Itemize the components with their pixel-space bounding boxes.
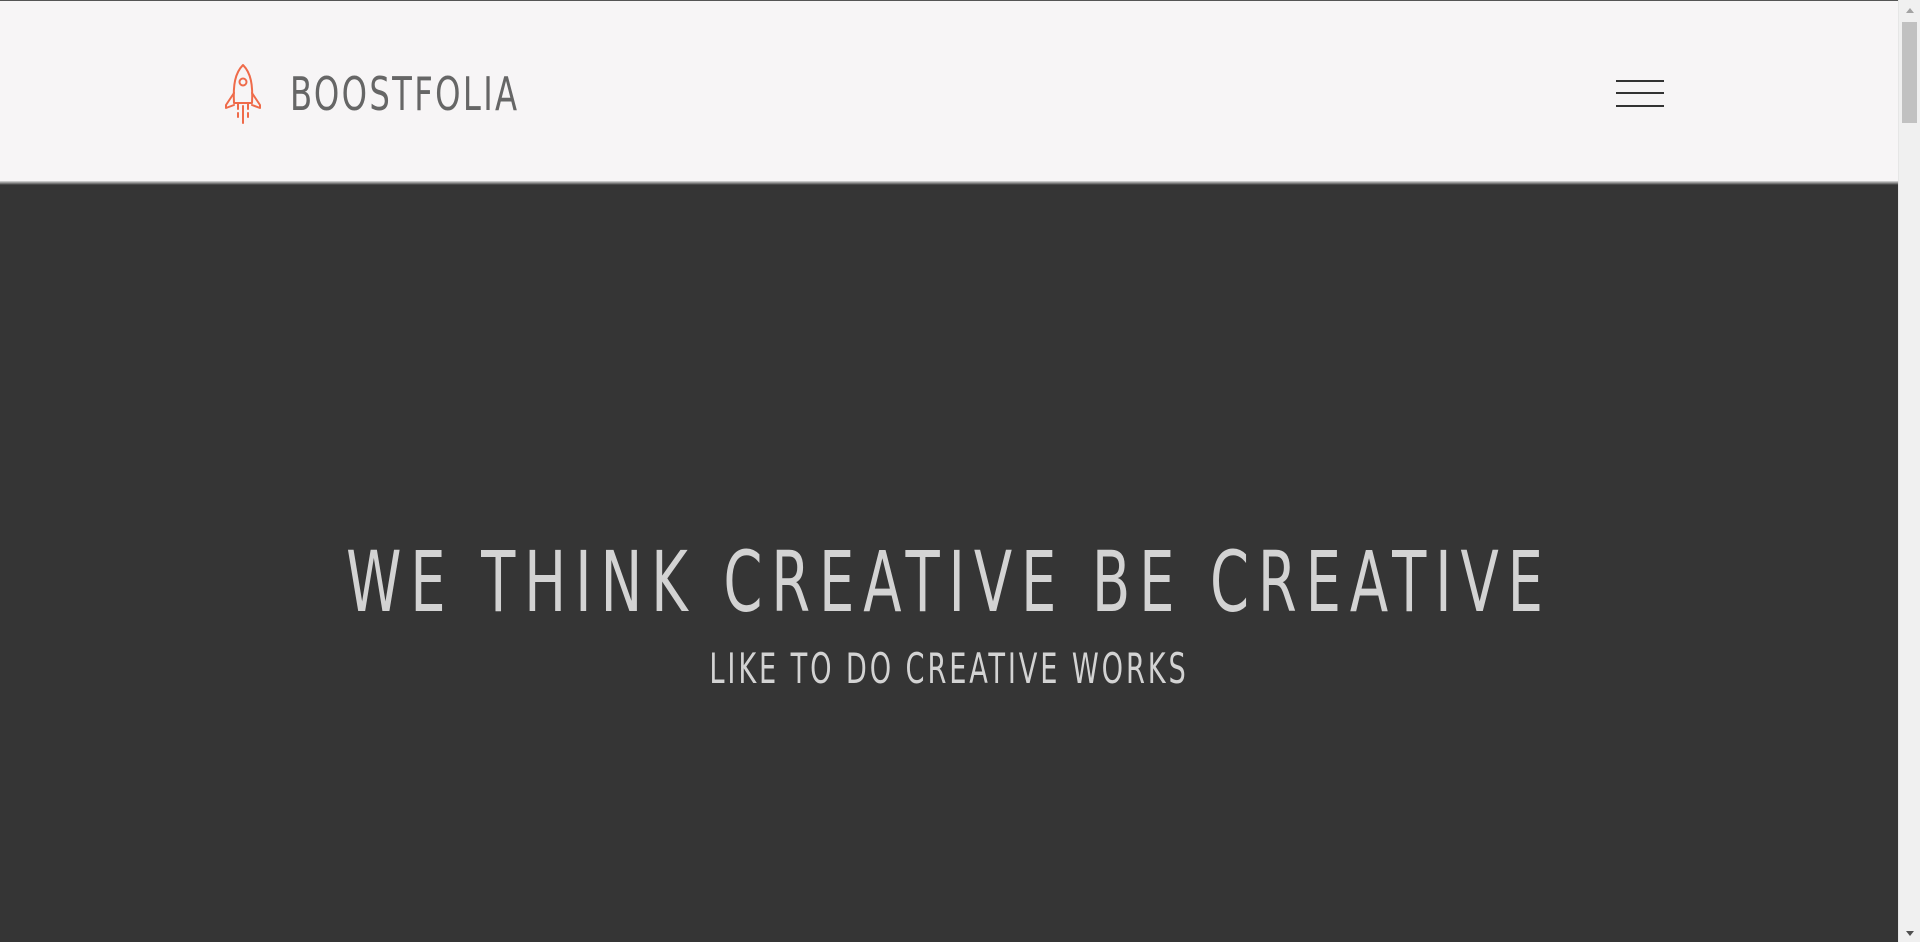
vertical-scrollbar[interactable] <box>1898 0 1920 942</box>
menu-line <box>1616 105 1664 107</box>
brand-name: BOOSTFOLIA <box>290 67 520 121</box>
hero-title: WE THINK CREATIVE BE CREATIVE <box>346 533 1552 631</box>
chevron-down-icon <box>1905 931 1914 936</box>
hamburger-menu-icon[interactable] <box>1616 79 1664 111</box>
menu-line <box>1616 92 1664 94</box>
scroll-thumb[interactable] <box>1902 22 1917 123</box>
rocket-icon <box>225 64 261 124</box>
scroll-down-arrow[interactable] <box>1899 925 1920 942</box>
chevron-up-icon <box>1905 8 1914 13</box>
hero-subtitle: LIKE TO DO CREATIVE WORKS <box>709 644 1189 693</box>
site-header: BOOSTFOLIA <box>0 0 1898 181</box>
page: BOOSTFOLIA WE THINK CREATIVE BE CREATIVE… <box>0 0 1898 942</box>
menu-line <box>1616 80 1664 82</box>
brand-logo[interactable]: BOOSTFOLIA <box>222 63 584 125</box>
scroll-up-arrow[interactable] <box>1899 2 1920 19</box>
header-shadow <box>0 181 1898 185</box>
